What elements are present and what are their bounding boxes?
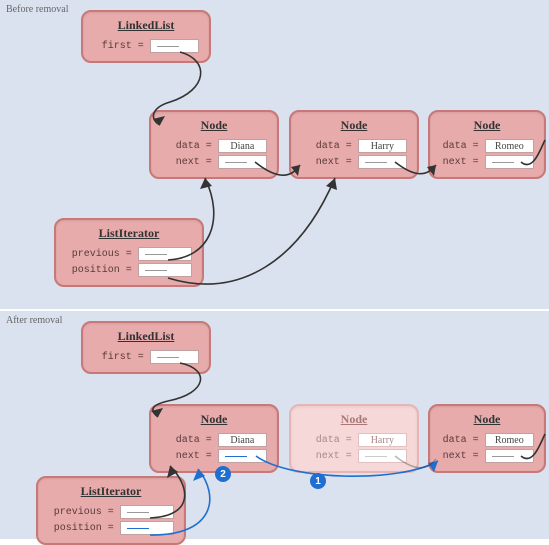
next-slot (218, 449, 267, 463)
panel-after: After removal LinkedList first = Node da… (0, 309, 549, 539)
first-label: first = (93, 41, 144, 52)
next-label: next = (161, 157, 212, 168)
node-data-value: Diana (230, 141, 254, 152)
node-diana: Node data = Diana next = (149, 110, 279, 179)
linkedlist-box: LinkedList first = (81, 321, 211, 374)
node-diana: Node data = Diana next = (149, 404, 279, 473)
previous-slot (138, 247, 192, 261)
next-label: next = (301, 157, 352, 168)
caption-after: After removal (6, 315, 62, 326)
node-data-value: Harry (371, 435, 394, 446)
listiterator-box: ListIterator previous = position = (54, 218, 204, 287)
listiterator-box: ListIterator previous = position = (36, 476, 186, 545)
data-label: data = (440, 141, 479, 152)
position-label: position = (66, 265, 132, 276)
data-slot: Diana (218, 139, 267, 153)
next-slot (485, 155, 534, 169)
data-label: data = (161, 435, 212, 446)
node-data-value: Romeo (495, 435, 524, 446)
panel-before: Before removal LinkedList first = Node d… (0, 0, 549, 309)
node-title: Node (301, 118, 407, 133)
next-slot (358, 155, 407, 169)
first-slot (150, 350, 199, 364)
step-marker-1: 1 (310, 473, 326, 489)
node-title: Node (161, 412, 267, 427)
position-slot (138, 263, 192, 277)
next-slot (218, 155, 267, 169)
linkedlist-title: LinkedList (93, 18, 199, 33)
next-label: next = (440, 157, 479, 168)
next-label: next = (440, 451, 479, 462)
first-label: first = (93, 352, 144, 363)
data-slot: Romeo (485, 139, 534, 153)
previous-slot (120, 505, 174, 519)
node-title: Node (440, 118, 534, 133)
node-romeo: Node data = Romeo next = (428, 404, 546, 473)
node-title: Node (161, 118, 267, 133)
data-label: data = (301, 435, 352, 446)
previous-label: previous = (48, 507, 114, 518)
node-data-value: Harry (371, 141, 394, 152)
data-label: data = (301, 141, 352, 152)
position-slot (120, 521, 174, 535)
node-title: Node (301, 412, 407, 427)
step-marker-2: 2 (215, 466, 231, 482)
next-label: next = (301, 451, 352, 462)
next-slot (485, 449, 534, 463)
data-label: data = (440, 435, 479, 446)
data-slot: Diana (218, 433, 267, 447)
node-title: Node (440, 412, 534, 427)
position-label: position = (48, 523, 114, 534)
caption-before: Before removal (6, 4, 68, 15)
iterator-title: ListIterator (48, 484, 174, 499)
data-slot: Romeo (485, 433, 534, 447)
node-data-value: Diana (230, 435, 254, 446)
node-data-value: Romeo (495, 141, 524, 152)
next-slot (358, 449, 407, 463)
previous-label: previous = (66, 249, 132, 260)
node-romeo: Node data = Romeo next = (428, 110, 546, 179)
linkedlist-title: LinkedList (93, 329, 199, 344)
data-label: data = (161, 141, 212, 152)
node-harry-removed: Node data = Harry next = (289, 404, 419, 473)
iterator-title: ListIterator (66, 226, 192, 241)
data-slot: Harry (358, 139, 407, 153)
first-slot (150, 39, 199, 53)
next-label: next = (161, 451, 212, 462)
linkedlist-box: LinkedList first = (81, 10, 211, 63)
node-harry: Node data = Harry next = (289, 110, 419, 179)
